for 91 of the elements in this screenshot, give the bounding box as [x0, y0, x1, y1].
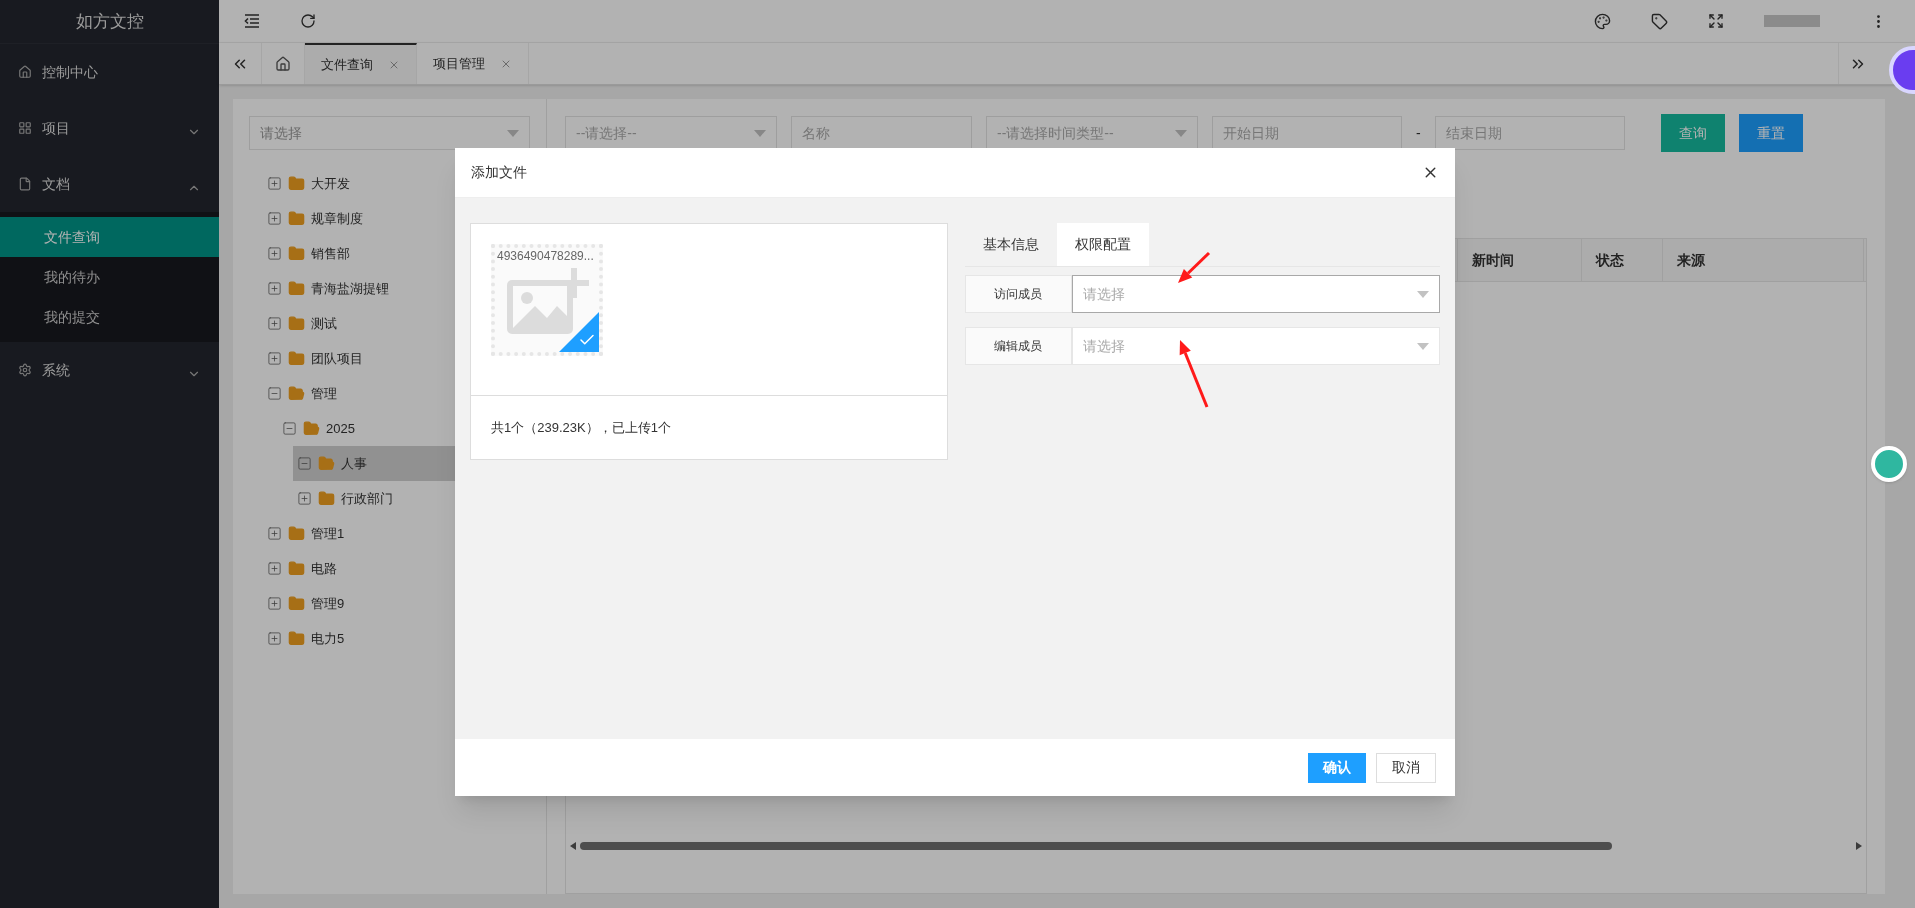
- tree-item-label: 测试: [311, 314, 337, 333]
- tree-item[interactable]: 规章制度: [263, 201, 530, 236]
- fullscreen-icon[interactable]: [1708, 13, 1724, 29]
- tree-item[interactable]: 电力5: [263, 621, 530, 656]
- collapse-icon[interactable]: [267, 386, 282, 401]
- annotation-arrow: [1178, 251, 1211, 283]
- folder-icon: [288, 175, 305, 192]
- sidebar-item[interactable]: 项目: [0, 100, 219, 156]
- folder-icon: [303, 420, 320, 437]
- folder-icon: [288, 245, 305, 262]
- dialog-tab[interactable]: 基本信息: [964, 223, 1057, 266]
- expand-icon[interactable]: [267, 281, 282, 296]
- tree-item-label: 行政部门: [341, 489, 393, 508]
- annotation-arrow: [1179, 340, 1209, 408]
- dialog-tab[interactable]: 权限配置: [1056, 223, 1149, 266]
- expand-icon[interactable]: [297, 491, 312, 506]
- sidebar-item[interactable]: 系统: [0, 342, 219, 398]
- expand-icon[interactable]: [267, 351, 282, 366]
- tag-icon[interactable]: [1651, 12, 1668, 30]
- collapse-icon[interactable]: [282, 421, 297, 436]
- tree-item-label: 2025: [326, 419, 355, 438]
- folder-icon: [288, 560, 305, 577]
- palette-icon[interactable]: [1594, 12, 1611, 30]
- expand-icon[interactable]: [267, 176, 282, 191]
- caret-icon: [507, 129, 519, 137]
- caret-icon: [1175, 129, 1187, 137]
- menu-icon: [18, 65, 32, 79]
- expand-icon[interactable]: [267, 596, 282, 611]
- caret-icon: [754, 129, 766, 137]
- upload-summary: 共1个（239.23K），已上传1个: [491, 418, 671, 437]
- column-header: 新时间: [1458, 239, 1582, 281]
- folder-icon: [318, 490, 335, 507]
- caret-icon: [1417, 342, 1429, 350]
- cancel-button[interactable]: 取消: [1376, 752, 1436, 783]
- sidebar-subitem[interactable]: 文件查询: [0, 217, 219, 257]
- tree-item-label: 管理9: [311, 594, 345, 613]
- tree-item[interactable]: 管理: [263, 376, 530, 411]
- tree-item-label: 电路: [311, 559, 337, 578]
- column-header: 状态: [1582, 239, 1663, 281]
- expand-icon[interactable]: [267, 631, 282, 646]
- page-tab[interactable]: 文件查询: [305, 43, 417, 84]
- menu-icon: [18, 121, 32, 135]
- field-label: 编辑成员: [964, 327, 1072, 365]
- scroll-right-icon[interactable]: [1856, 842, 1862, 850]
- tree-item-label: 团队项目: [311, 349, 363, 368]
- page-tab[interactable]: 项目管理: [417, 43, 529, 84]
- menu-fold-icon[interactable]: [244, 14, 260, 28]
- tree-item[interactable]: 管理1: [263, 516, 530, 551]
- tree-item-label: 大开发: [311, 174, 350, 193]
- tree-item-label: 电力5: [311, 629, 345, 648]
- home-icon: [275, 55, 291, 72]
- tree-item-label: 人事: [341, 454, 367, 473]
- scroll-left-icon[interactable]: [570, 842, 576, 850]
- field-label: 访问成员: [964, 275, 1072, 313]
- sidebar-subitem[interactable]: 我的提交: [0, 297, 219, 337]
- sidebar-item[interactable]: 控制中心: [0, 44, 219, 100]
- folder-icon: [288, 595, 305, 612]
- scrollbar-thumb[interactable]: [580, 842, 1612, 850]
- folder-icon: [288, 210, 305, 227]
- sidebar-item[interactable]: 文档: [0, 156, 219, 212]
- folder-icon: [288, 630, 305, 647]
- tree-item[interactable]: 管理9: [263, 586, 530, 621]
- sidebar-subitem[interactable]: 我的待办: [0, 257, 219, 297]
- folder-icon: [318, 455, 335, 472]
- folder-icon: [288, 525, 305, 542]
- expand-icon[interactable]: [267, 316, 282, 331]
- tree-item-label: 规章制度: [311, 209, 363, 228]
- menu-icon: [18, 363, 32, 377]
- tree-item[interactable]: 电路: [263, 551, 530, 586]
- folder-icon: [288, 280, 305, 297]
- expand-icon[interactable]: [267, 526, 282, 541]
- folder-icon: [288, 315, 305, 332]
- column-header: 来源: [1663, 239, 1864, 281]
- collapse-icon[interactable]: [297, 456, 312, 471]
- folder-icon: [288, 385, 305, 402]
- tree-item-label: 青海盐湖提锂: [311, 279, 389, 298]
- menu-icon: [18, 177, 32, 191]
- tree-item-label: 管理1: [311, 524, 345, 543]
- dialog-title: 添加文件: [471, 163, 527, 182]
- folder-icon: [288, 350, 305, 367]
- range-separator: -: [1416, 123, 1421, 143]
- refresh-icon[interactable]: [300, 13, 316, 29]
- expand-icon[interactable]: [267, 561, 282, 576]
- expand-icon[interactable]: [267, 246, 282, 261]
- file-name: 4936490478289...: [496, 248, 595, 264]
- tree-item-label: 管理: [311, 384, 337, 403]
- tree-item[interactable]: 行政部门: [293, 481, 530, 516]
- expand-icon[interactable]: [267, 211, 282, 226]
- caret-icon: [1417, 290, 1429, 298]
- tree-item-label: 销售部: [311, 244, 350, 263]
- file-thumbnail[interactable]: 4936490478289...: [491, 244, 603, 356]
